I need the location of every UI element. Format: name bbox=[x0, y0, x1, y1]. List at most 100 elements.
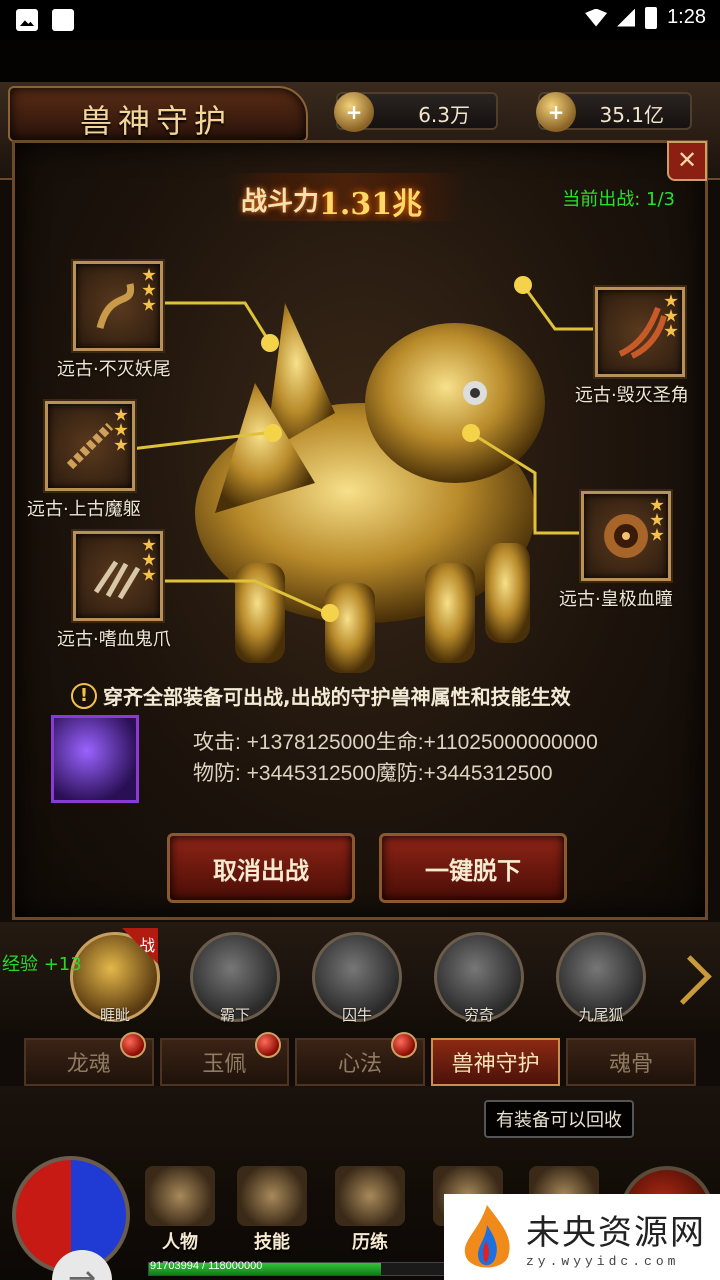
beast-orb-baxia[interactable]: 霸下 bbox=[190, 932, 280, 1024]
equipment-frame[interactable] bbox=[595, 287, 685, 377]
tab-label: 兽神守护 bbox=[451, 1052, 540, 1077]
beast-stats: 攻击: +1378125000生命:+11025000000000 物防: +3… bbox=[193, 727, 598, 789]
wifi-icon bbox=[585, 8, 608, 27]
xp-gain-text: 经验 +13 bbox=[2, 954, 82, 975]
watermark-url: zy.wyyidc.com bbox=[526, 1254, 680, 1269]
gold-ingot-value: 35.1亿 bbox=[599, 103, 664, 127]
tab-dragon-soul[interactable]: 龙魂 bbox=[24, 1032, 154, 1086]
beast-name: 囚牛 bbox=[341, 1006, 373, 1024]
red-dot-icon bbox=[390, 1032, 417, 1058]
feature-tabs: 龙魂 玉佩 心法 兽神守护 魂骨 bbox=[24, 1032, 696, 1086]
claw-item-icon bbox=[93, 560, 141, 600]
unequip-all-button[interactable]: 一键脱下 bbox=[379, 833, 567, 903]
star-rating bbox=[664, 294, 678, 338]
equipment-label: 远古·嗜血鬼爪 bbox=[57, 629, 171, 650]
menu-character-button[interactable]: 人物 bbox=[140, 1166, 220, 1258]
menu-label: 技能 bbox=[254, 1232, 290, 1253]
notice-text: 穿齐全部装备可出战,出战的守护兽神属性和技能生效 bbox=[103, 685, 571, 709]
red-dot-icon bbox=[119, 1032, 146, 1058]
star-rating bbox=[142, 538, 156, 582]
stats-line-attack-hp: 攻击: +1378125000生命:+11025000000000 bbox=[193, 731, 598, 754]
beast-orb-ninetail-fox[interactable]: 九尾狐 bbox=[556, 932, 646, 1024]
spine-item-icon bbox=[66, 422, 114, 470]
warning-icon: ! bbox=[71, 682, 97, 709]
star-rating bbox=[114, 408, 128, 452]
star-icon bbox=[650, 498, 664, 511]
tab-label: 玉佩 bbox=[202, 1052, 247, 1077]
title-plate: 兽神守护 bbox=[8, 86, 308, 142]
equipment-label: 远古·毁灭圣角 bbox=[575, 385, 689, 406]
red-dot-icon bbox=[255, 1032, 282, 1058]
equipment-label: 远古·不灭妖尾 bbox=[57, 359, 171, 380]
menu-label: 历练 bbox=[352, 1232, 388, 1253]
equipment-frame[interactable] bbox=[581, 491, 671, 581]
beast-name: 穷奇 bbox=[463, 1006, 495, 1024]
star-icon bbox=[114, 423, 128, 436]
star-icon bbox=[142, 298, 156, 311]
beast-skill-icon[interactable] bbox=[51, 715, 139, 803]
battery-icon bbox=[645, 6, 658, 29]
cellular-icon bbox=[617, 8, 636, 27]
equipment-frame[interactable] bbox=[73, 261, 163, 351]
star-rating bbox=[650, 498, 664, 542]
star-icon bbox=[664, 309, 678, 322]
tab-label: 魂骨 bbox=[609, 1052, 654, 1077]
coin-currency[interactable]: + 6.3万 bbox=[334, 92, 498, 132]
gallery-notification-icon bbox=[16, 9, 38, 31]
star-icon bbox=[650, 513, 664, 526]
equipment-frame[interactable] bbox=[73, 531, 163, 621]
tab-jade-pendant[interactable]: 玉佩 bbox=[159, 1032, 290, 1086]
star-icon bbox=[142, 268, 156, 281]
character-icon bbox=[145, 1166, 215, 1226]
menu-training-button[interactable]: 历练 bbox=[330, 1166, 410, 1258]
stats-line-defense: 物防: +3445312500魔防:+3445312500 bbox=[193, 762, 553, 785]
tab-beast-guardian[interactable]: 兽神守护 bbox=[430, 1038, 561, 1086]
star-icon bbox=[114, 408, 128, 421]
equipment-label: 远古·上古魔躯 bbox=[27, 499, 141, 520]
tab-soul-bone[interactable]: 魂骨 bbox=[566, 1038, 696, 1086]
gold-ingot-currency[interactable]: + 35.1亿 bbox=[536, 92, 692, 132]
horn-item-icon bbox=[618, 306, 667, 359]
equipment-label: 远古·皇极血瞳 bbox=[559, 589, 673, 610]
chevron-right-icon[interactable] bbox=[662, 955, 712, 1005]
coin-value: 6.3万 bbox=[418, 103, 470, 127]
tab-label: 心法 bbox=[337, 1052, 382, 1077]
equipment-frame[interactable] bbox=[45, 401, 135, 491]
star-icon bbox=[142, 553, 156, 566]
menu-skills-button[interactable]: 技能 bbox=[232, 1166, 312, 1258]
star-icon bbox=[650, 528, 664, 541]
page-title: 兽神守护 bbox=[80, 102, 233, 140]
exp-text: 91703994 / 118000000 bbox=[150, 1260, 263, 1272]
star-icon bbox=[664, 324, 678, 337]
site-watermark: 未央资源网 zy.wyyidc.com bbox=[444, 1194, 720, 1280]
star-icon bbox=[114, 438, 128, 451]
beast-guardian-panel: ✕ 战斗力 1.31兆 当前出战: 1/3 远古·不灭妖尾 远古·上古魔躯 远古… bbox=[12, 140, 708, 920]
gold-ingot-icon[interactable]: + bbox=[536, 92, 576, 132]
eye-item-icon bbox=[604, 514, 648, 558]
watermark-name: 未央资源网 bbox=[526, 1213, 706, 1253]
star-icon bbox=[142, 283, 156, 296]
flame-logo-icon bbox=[464, 1205, 510, 1268]
star-icon bbox=[142, 568, 156, 581]
tab-label: 龙魂 bbox=[66, 1052, 111, 1077]
star-icon bbox=[664, 294, 678, 307]
beast-selector: 经验 +13 战 睚眦 霸下 囚牛 穷奇 九尾狐 bbox=[0, 922, 720, 1032]
beast-name: 九尾狐 bbox=[578, 1006, 624, 1024]
cancel-battle-button[interactable]: 取消出战 bbox=[167, 833, 355, 903]
star-icon bbox=[142, 538, 156, 551]
book-icon bbox=[237, 1166, 307, 1226]
menu-label: 人物 bbox=[162, 1232, 198, 1253]
sword-icon bbox=[335, 1166, 405, 1226]
tail-item-icon bbox=[96, 283, 135, 329]
tab-mental-method[interactable]: 心法 bbox=[295, 1032, 425, 1086]
star-rating bbox=[142, 268, 156, 312]
status-time: 1:28 bbox=[667, 6, 706, 28]
beast-orb-qiuniu[interactable]: 囚牛 bbox=[312, 932, 402, 1024]
game-screen: 兽神守护 + 6.3万 + 35.1亿 ✕ 战斗力 1.31兆 当前出战: 1/… bbox=[0, 40, 720, 1280]
coin-icon[interactable]: + bbox=[334, 92, 374, 132]
status-bar: 1:28 bbox=[0, 0, 720, 40]
beast-orb-qiongqi[interactable]: 穷奇 bbox=[434, 932, 524, 1024]
beast-name: 睚眦 bbox=[99, 1006, 131, 1024]
beast-name: 霸下 bbox=[219, 1006, 251, 1024]
recycle-tooltip: 有装备可以回收 bbox=[484, 1100, 634, 1138]
